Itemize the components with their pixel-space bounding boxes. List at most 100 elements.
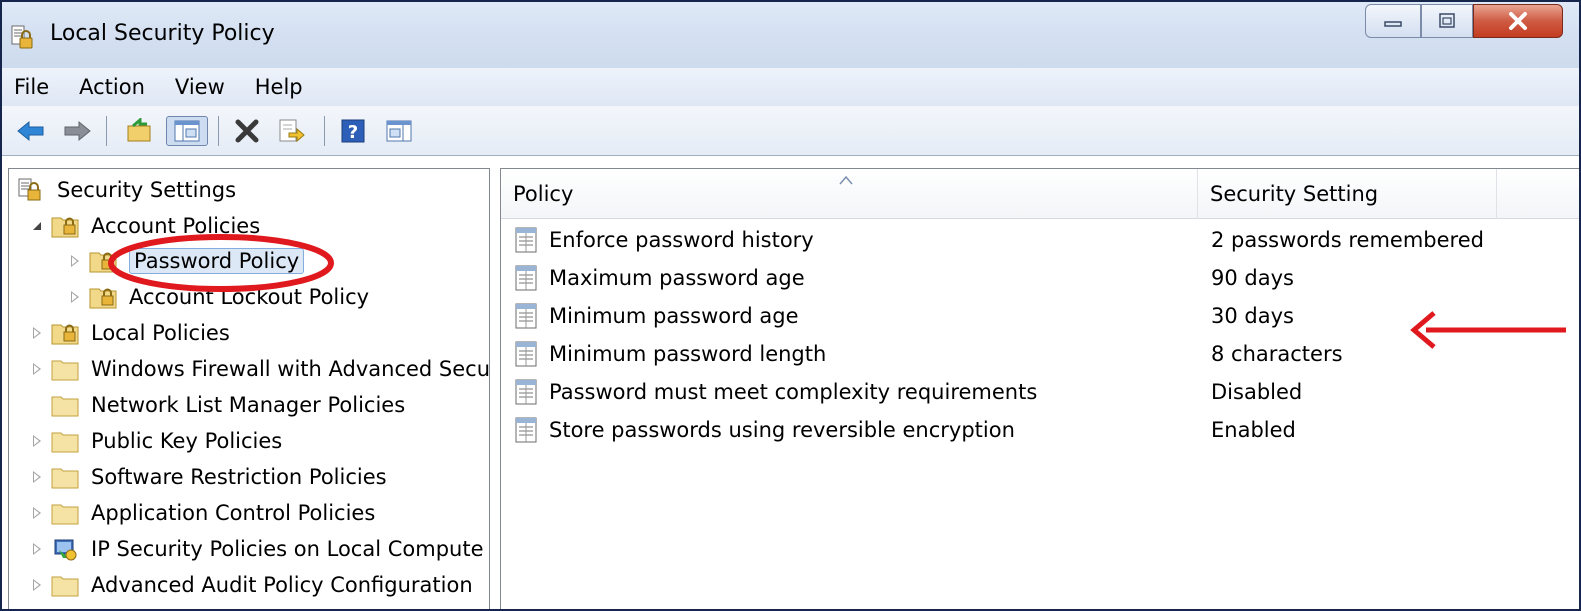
policy-name: Minimum password age	[549, 304, 799, 328]
policy-name-cell: Store passwords using reversible encrypt…	[513, 411, 1015, 449]
delete-button[interactable]	[230, 116, 264, 146]
collapsed-arrow-icon[interactable]	[29, 577, 45, 593]
folder-icon	[51, 396, 79, 417]
folder-icon	[51, 432, 79, 453]
menu-file[interactable]: File	[14, 75, 49, 99]
tree-label: Account Policies	[91, 214, 261, 238]
security-setting-value: 30 days	[1211, 304, 1294, 328]
show-hide-console-tree-button[interactable]	[166, 116, 208, 146]
policy-icon	[515, 379, 537, 405]
minimize-button[interactable]	[1365, 4, 1421, 38]
list-row[interactable]: Enforce password history 2 passwords rem…	[501, 221, 1579, 259]
policy-name-cell: Enforce password history	[513, 221, 814, 259]
security-setting-value: Enabled	[1211, 418, 1296, 442]
collapsed-arrow-icon[interactable]	[67, 289, 83, 305]
help-button[interactable]: ?	[336, 116, 370, 146]
tree-label: Windows Firewall with Advanced Secu	[91, 357, 490, 381]
tree-item-network-list-manager[interactable]: Network List Manager Policies	[51, 388, 405, 422]
list-row[interactable]: Minimum password age 30 days	[501, 297, 1579, 335]
column-header-label: Policy	[513, 182, 574, 206]
policy-name-cell: Minimum password age	[513, 297, 799, 335]
column-header-security-setting[interactable]: Security Setting	[1198, 169, 1496, 219]
maximize-icon	[1439, 13, 1455, 28]
tree-label-selected: Password Policy	[129, 248, 305, 274]
tree-item-account-policies[interactable]: Account Policies	[29, 209, 260, 243]
toolbar: ?	[2, 106, 1579, 156]
policy-name: Maximum password age	[549, 266, 805, 290]
security-setting-value: 2 passwords remembered	[1211, 228, 1484, 252]
ip-security-icon	[54, 539, 77, 561]
back-arrow-icon	[17, 120, 44, 142]
window-title: Local Security Policy	[50, 21, 275, 46]
list-row[interactable]: Minimum password length 8 characters	[501, 335, 1579, 373]
collapsed-arrow-icon[interactable]	[29, 505, 45, 521]
tree-label: Software Restriction Policies	[91, 465, 387, 489]
window-controls	[1365, 4, 1563, 40]
sort-ascending-icon	[839, 175, 853, 185]
locked-folder-icon	[89, 288, 117, 309]
security-setting-value: 90 days	[1211, 266, 1294, 290]
menu-help[interactable]: Help	[255, 75, 303, 99]
tree-item-account-lockout-policy[interactable]: Account Lockout Policy	[67, 280, 369, 314]
folder-icon	[51, 504, 79, 525]
local-security-policy-window: Local Security Policy File Action View H…	[0, 0, 1581, 611]
export-list-icon	[279, 119, 305, 143]
folder-icon	[51, 576, 79, 597]
show-hide-tree-icon	[174, 120, 200, 142]
policy-name: Minimum password length	[549, 342, 827, 366]
tree-item-password-policy[interactable]: Password Policy	[67, 244, 305, 278]
menu-action[interactable]: Action	[79, 75, 145, 99]
tree-item-security-settings[interactable]: Security Settings	[17, 173, 236, 207]
policy-icon	[515, 227, 537, 253]
tree-item-local-policies[interactable]: Local Policies	[29, 316, 230, 350]
list-row[interactable]: Password must meet complexity requiremen…	[501, 373, 1579, 411]
forward-arrow-icon	[64, 120, 91, 142]
tree-item-windows-firewall[interactable]: Windows Firewall with Advanced Secu	[29, 352, 490, 386]
collapsed-arrow-icon[interactable]	[67, 253, 83, 269]
policy-name-cell: Password must meet complexity requiremen…	[513, 373, 1037, 411]
collapsed-arrow-icon[interactable]	[29, 469, 45, 485]
title-bar[interactable]: Local Security Policy	[2, 2, 1579, 68]
policy-name: Enforce password history	[549, 228, 814, 252]
tree-item-application-control[interactable]: Application Control Policies	[29, 496, 375, 530]
expanded-arrow-icon[interactable]	[29, 218, 45, 234]
policy-icon	[515, 341, 537, 367]
policy-icon	[515, 303, 537, 329]
svg-text:?: ?	[348, 122, 358, 143]
tree-item-software-restriction[interactable]: Software Restriction Policies	[29, 460, 387, 494]
tree-item-advanced-audit[interactable]: Advanced Audit Policy Configuration	[29, 568, 473, 602]
policy-icon	[515, 265, 537, 291]
export-list-button[interactable]	[274, 116, 308, 146]
help-icon: ?	[341, 119, 365, 143]
policy-name-cell: Maximum password age	[513, 259, 805, 297]
tree-item-public-key-policies[interactable]: Public Key Policies	[29, 424, 282, 458]
collapsed-arrow-icon[interactable]	[29, 361, 45, 377]
close-button[interactable]	[1473, 4, 1563, 38]
collapsed-arrow-icon[interactable]	[29, 541, 45, 557]
tree-label: Advanced Audit Policy Configuration	[91, 573, 473, 597]
policy-name: Store passwords using reversible encrypt…	[549, 418, 1015, 442]
toolbar-separator	[218, 116, 219, 146]
back-button[interactable]	[14, 116, 48, 146]
forward-button[interactable]	[60, 116, 94, 146]
collapsed-arrow-icon[interactable]	[29, 325, 45, 341]
tree-item-ip-security[interactable]: IP Security Policies on Local Compute	[29, 532, 484, 566]
column-divider[interactable]	[1496, 169, 1497, 219]
security-settings-icon	[18, 178, 41, 201]
show-hide-action-pane-button[interactable]	[382, 116, 416, 146]
list-row[interactable]: Maximum password age 90 days	[501, 259, 1579, 297]
console-tree-pane: Security Settings Account Policies Passw…	[8, 168, 490, 609]
menu-bar: File Action View Help	[2, 68, 1579, 106]
folder-icon	[51, 468, 79, 489]
policy-icon	[515, 417, 537, 443]
menu-view[interactable]: View	[175, 75, 225, 99]
collapsed-arrow-icon[interactable]	[29, 433, 45, 449]
policy-name: Password must meet complexity requiremen…	[549, 380, 1038, 404]
up-one-level-button[interactable]	[122, 116, 156, 146]
maximize-button[interactable]	[1421, 4, 1473, 38]
tree-label: Public Key Policies	[91, 429, 283, 453]
toolbar-separator	[324, 116, 325, 146]
tree-label: Local Policies	[91, 321, 230, 345]
list-row[interactable]: Store passwords using reversible encrypt…	[501, 411, 1579, 449]
show-action-pane-icon	[386, 120, 412, 142]
